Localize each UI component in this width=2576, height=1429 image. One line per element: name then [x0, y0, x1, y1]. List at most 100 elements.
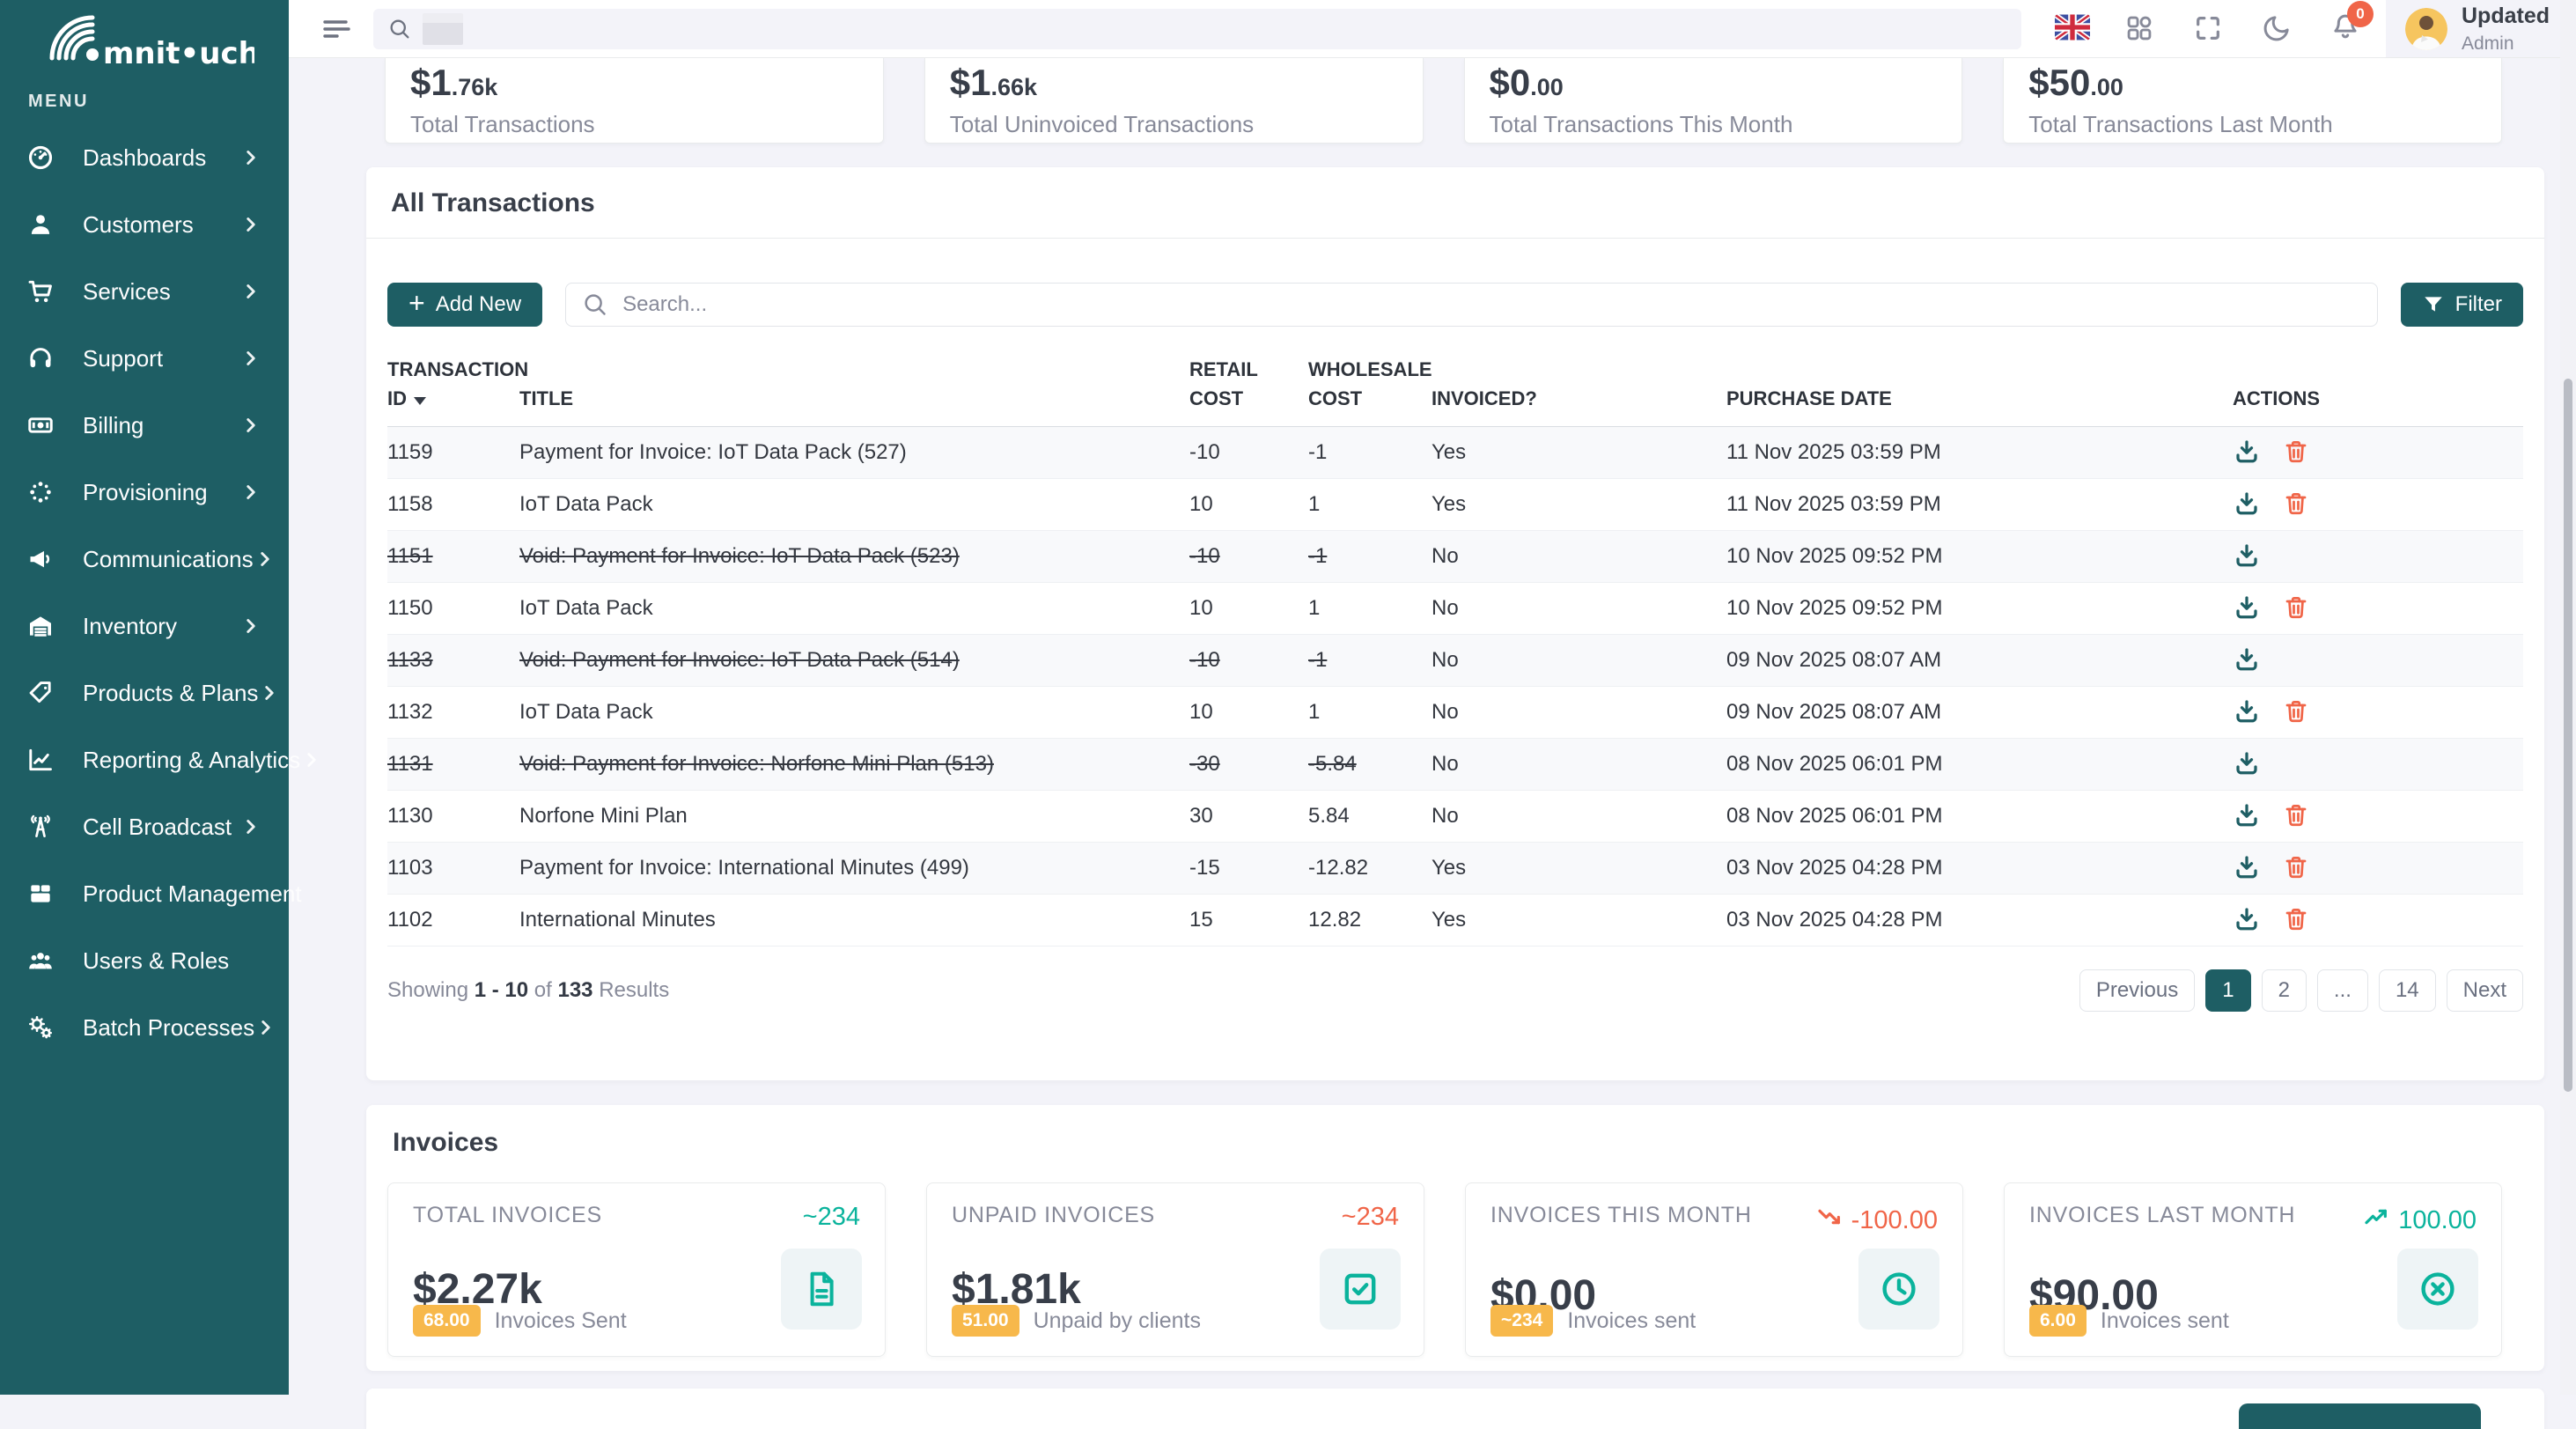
- filter-button[interactable]: Filter: [2401, 283, 2523, 327]
- sidebar-item-batch-processes[interactable]: Batch Processes: [0, 994, 289, 1061]
- download-icon[interactable]: [2233, 906, 2261, 934]
- invoice-card-top: TOTAL INVOICES ~234: [413, 1203, 860, 1232]
- sidebar-item-services[interactable]: Services: [0, 258, 289, 325]
- download-icon[interactable]: [2233, 490, 2261, 519]
- sidebar-item-dashboards[interactable]: Dashboards: [0, 124, 289, 191]
- scrollbar-thumb[interactable]: [2564, 379, 2572, 1092]
- column-header-transaction-id[interactable]: TRANSACTION ID: [387, 355, 519, 413]
- sidebar-item-label: Products & Plans: [83, 680, 258, 707]
- pagination: Previous12... 14 Next: [2079, 969, 2523, 1012]
- cell-invoiced: Yes: [1432, 856, 1726, 880]
- user-menu[interactable]: Updated Admin: [2386, 0, 2576, 57]
- stat-value: $1.76k: [410, 63, 883, 103]
- invoice-card-label: INVOICES THIS MONTH: [1490, 1203, 1752, 1228]
- delete-trash-icon[interactable]: [2282, 438, 2310, 467]
- cell-retail-cost: -30: [1189, 752, 1308, 777]
- search-icon: [582, 291, 608, 318]
- page-button-previous[interactable]: Previous: [2079, 969, 2195, 1012]
- sidebar-item-billing[interactable]: Billing: [0, 392, 289, 459]
- results-summary: Showing 1 - 10 of 133 Results: [387, 978, 669, 1003]
- invoice-indicator-value: 100.00: [2398, 1206, 2477, 1235]
- page-button-[interactable]: ...: [2317, 969, 2368, 1012]
- page-content: $1.76k Total Transactions $1.66k Total U…: [289, 58, 2576, 1429]
- fullscreen-icon[interactable]: [2192, 13, 2224, 45]
- cell-invoiced: Yes: [1432, 440, 1726, 465]
- download-icon[interactable]: [2233, 646, 2261, 674]
- cell-title: IoT Data Pack: [519, 492, 1189, 517]
- download-icon[interactable]: [2233, 698, 2261, 726]
- download-icon[interactable]: [2233, 802, 2261, 830]
- delete-trash-icon[interactable]: [2282, 906, 2310, 934]
- cell-wholesale-cost: 1: [1308, 700, 1432, 725]
- cell-invoiced: Yes: [1432, 908, 1726, 932]
- cell-invoiced: No: [1432, 752, 1726, 777]
- cell-actions: [2233, 750, 2523, 778]
- sidebar-item-product-management[interactable]: Product Management: [0, 860, 289, 927]
- delete-trash-icon[interactable]: [2282, 698, 2310, 726]
- download-icon[interactable]: [2233, 854, 2261, 882]
- page-button-next[interactable]: Next: [2447, 969, 2523, 1012]
- chevron-right-icon: [239, 815, 262, 838]
- delete-trash-icon[interactable]: [2282, 594, 2310, 622]
- filter-label: Filter: [2455, 292, 2502, 317]
- cell-actions: [2233, 698, 2523, 726]
- hamburger-menu-icon[interactable]: [320, 13, 352, 45]
- cell-invoiced: No: [1432, 804, 1726, 829]
- sidebar-item-inventory[interactable]: Inventory: [0, 593, 289, 659]
- cell-transaction-id: 1131: [387, 752, 519, 777]
- download-icon[interactable]: [2233, 542, 2261, 571]
- chevron-right-icon: [239, 481, 262, 504]
- table-row-1103: 1103 Payment for Invoice: International …: [387, 843, 2523, 895]
- cell-actions: [2233, 854, 2523, 882]
- cell-retail-cost: -15: [1189, 856, 1308, 880]
- table-row-1150: 1150 IoT Data Pack 10 1 No 10 Nov 2025 0…: [387, 583, 2523, 635]
- cell-invoiced: No: [1432, 596, 1726, 621]
- apps-grid-icon[interactable]: [2123, 13, 2155, 45]
- sidebar-item-communications[interactable]: Communications: [0, 526, 289, 593]
- table-body: 1159 Payment for Invoice: IoT Data Pack …: [387, 427, 2523, 947]
- invoice-badge-label: Invoices sent: [1567, 1308, 1696, 1334]
- global-search-input[interactable]: [373, 9, 2021, 49]
- download-icon[interactable]: [2233, 750, 2261, 778]
- download-icon[interactable]: [2233, 438, 2261, 467]
- add-new-button[interactable]: + Add New: [387, 283, 542, 327]
- brand-logo[interactable]: mnit•uch: [0, 0, 289, 85]
- cell-purchase-date: 10 Nov 2025 09:52 PM: [1726, 596, 2233, 621]
- sidebar-item-products-plans[interactable]: Products & Plans: [0, 659, 289, 726]
- cell-title: Payment for Invoice: IoT Data Pack (527): [519, 440, 1189, 465]
- cell-transaction-id: 1130: [387, 804, 519, 829]
- language-flag-icon[interactable]: [2055, 13, 2087, 45]
- sidebar-item-reporting-analytics[interactable]: Reporting & Analytics: [0, 726, 289, 793]
- cell-transaction-id: 1102: [387, 908, 519, 932]
- invoices-title: Invoices: [393, 1128, 2523, 1158]
- bottom-action-button[interactable]: [2239, 1403, 2481, 1429]
- sidebar-item-support[interactable]: Support: [0, 325, 289, 392]
- sidebar-item-cell-broadcast[interactable]: Cell Broadcast: [0, 793, 289, 860]
- table-footer: Showing 1 - 10 of 133 Results Previous12…: [387, 969, 2523, 1012]
- dark-mode-moon-icon[interactable]: [2261, 13, 2293, 45]
- sidebar-item-users-roles[interactable]: Users & Roles: [0, 927, 289, 994]
- sidebar-item-label: Batch Processes: [83, 1014, 254, 1042]
- chevron-right-icon: [254, 1016, 277, 1039]
- column-header-title: TITLE: [519, 384, 1189, 413]
- sidebar-item-customers[interactable]: Customers: [0, 191, 289, 258]
- sidebar-item-provisioning[interactable]: Provisioning: [0, 459, 289, 526]
- search-input[interactable]: [621, 291, 2361, 318]
- loader-icon: [26, 478, 55, 506]
- sidebar: mnit•uch MENU Dashboards Customers Servi…: [0, 0, 289, 1395]
- table-header-row: TRANSACTION IDTITLERETAIL COSTWHOLESALE …: [387, 355, 2523, 427]
- x-circle-icon: [2397, 1249, 2478, 1330]
- delete-trash-icon[interactable]: [2282, 490, 2310, 519]
- cell-transaction-id: 1159: [387, 440, 519, 465]
- page-button-14[interactable]: 14: [2379, 969, 2436, 1012]
- cell-actions: [2233, 594, 2523, 622]
- page-button-2[interactable]: 2: [2262, 969, 2307, 1012]
- column-header-actions: ACTIONS: [2233, 384, 2523, 413]
- page-button-1[interactable]: 1: [2205, 969, 2250, 1012]
- delete-trash-icon[interactable]: [2282, 854, 2310, 882]
- invoice-indicator: ~234: [1342, 1203, 1399, 1232]
- delete-trash-icon[interactable]: [2282, 802, 2310, 830]
- stat-card-total-transactions-this-month: $0.00 Total Transactions This Month: [1464, 58, 1963, 144]
- invoice-indicator-value: -100.00: [1851, 1206, 1938, 1235]
- download-icon[interactable]: [2233, 594, 2261, 622]
